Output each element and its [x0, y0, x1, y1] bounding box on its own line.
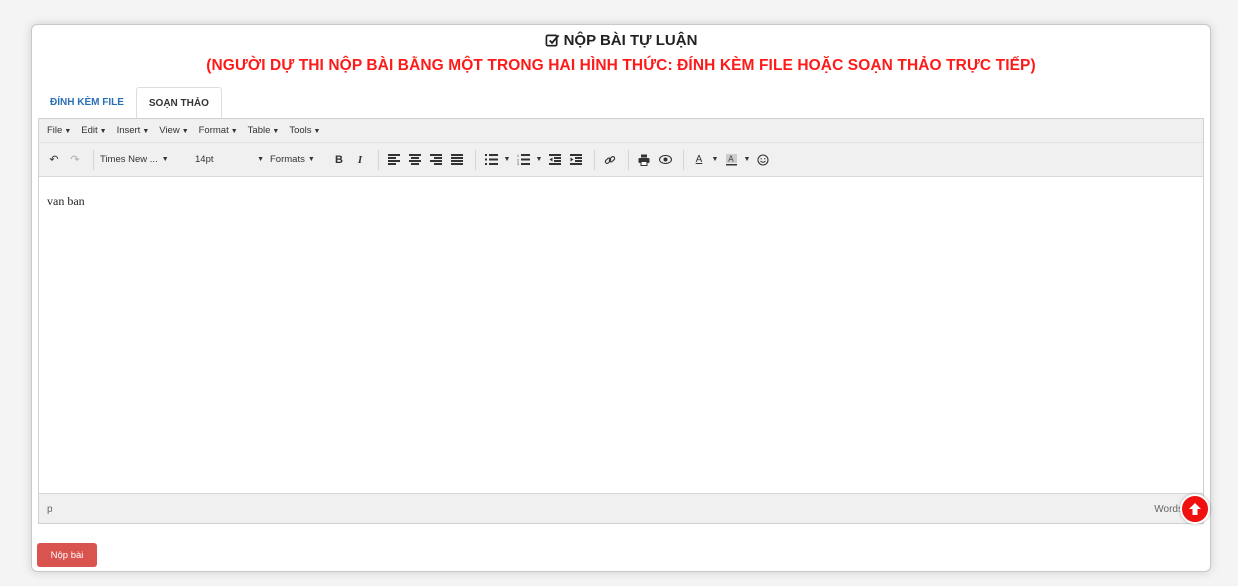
align-left-icon[interactable]: [385, 149, 403, 171]
arrow-up-icon: [1189, 503, 1201, 515]
tab-attach-file[interactable]: ĐÍNH KÈM FILE: [38, 87, 136, 119]
menu-file[interactable]: File ▼: [47, 125, 71, 136]
scroll-to-top-button[interactable]: [1180, 494, 1210, 524]
toolbar-divider: [378, 149, 379, 170]
svg-text:1: 1: [517, 154, 519, 158]
editor-menubar: File ▼ Edit ▼ Insert ▼ View ▼ Format ▼ Table ▼…: [39, 119, 1203, 143]
menu-tools[interactable]: Tools ▼: [289, 125, 320, 136]
svg-text:3: 3: [517, 162, 519, 165]
formats-select[interactable]: Formats ▼: [270, 149, 330, 171]
align-right-icon[interactable]: [427, 149, 445, 171]
background-color-icon[interactable]: A: [722, 149, 740, 171]
tab-compose[interactable]: SOẠN THẢO: [135, 87, 222, 119]
font-size-select[interactable]: 14pt ▼: [195, 149, 270, 171]
element-path[interactable]: p: [47, 504, 53, 515]
numbered-list-icon[interactable]: 123: [514, 149, 532, 171]
menu-format[interactable]: Format ▼: [199, 125, 238, 136]
svg-text:A: A: [728, 154, 734, 163]
editor-paragraph: van ban: [47, 194, 85, 208]
submission-tabs: ĐÍNH KÈM FILE SOẠN THẢO: [38, 87, 222, 119]
text-color-icon[interactable]: A: [690, 149, 708, 171]
chevron-down-icon[interactable]: ▼: [535, 149, 543, 171]
menu-view[interactable]: View ▼: [159, 125, 188, 136]
toolbar-divider: [594, 149, 595, 170]
align-justify-icon[interactable]: [448, 149, 466, 171]
submit-button[interactable]: Nộp bài: [37, 543, 97, 567]
instruction-text: (NGƯỜI DỰ THI NỘP BÀI BẰNG MỘT TRONG HAI…: [206, 57, 1036, 74]
preview-eye-icon[interactable]: [656, 149, 674, 171]
toolbar-divider: [683, 149, 684, 170]
toolbar-divider: [93, 149, 94, 170]
word-count: Words: [1154, 504, 1183, 515]
menu-insert[interactable]: Insert ▼: [117, 125, 150, 136]
bullet-list-icon[interactable]: [482, 149, 500, 171]
menu-edit[interactable]: Edit ▼: [81, 125, 106, 136]
link-icon[interactable]: [601, 149, 619, 171]
menu-table[interactable]: Table ▼: [248, 125, 280, 136]
undo-icon[interactable]: ↶: [45, 149, 63, 171]
italic-icon[interactable]: I: [351, 149, 369, 171]
indent-icon[interactable]: [567, 149, 585, 171]
chevron-down-icon[interactable]: ▼: [503, 149, 511, 171]
bold-icon[interactable]: B: [330, 149, 348, 171]
emoticon-icon[interactable]: [754, 149, 772, 171]
redo-icon[interactable]: ↷: [66, 149, 84, 171]
align-center-icon[interactable]: [406, 149, 424, 171]
chevron-down-icon[interactable]: ▼: [711, 149, 719, 171]
chevron-down-icon[interactable]: ▼: [743, 149, 751, 171]
editor-toolbar: ↶ ↷ Times New ...▼ 14pt▼ Formats▼ B I: [39, 143, 1203, 177]
rich-text-editor: File ▼ Edit ▼ Insert ▼ View ▼ Format ▼ Table ▼…: [38, 118, 1204, 524]
toolbar-divider: [628, 149, 629, 170]
page-title: NỘP BÀI TỰ LUẬN: [32, 32, 1210, 49]
title-text: NỘP BÀI TỰ LUẬN: [563, 32, 698, 49]
editor-statusbar: p Words: [39, 493, 1203, 523]
editor-content-area[interactable]: van ban: [39, 177, 1203, 495]
outdent-icon[interactable]: [546, 149, 564, 171]
edit-check-icon: [545, 34, 559, 47]
font-family-select[interactable]: Times New ... ▼: [100, 149, 195, 171]
print-icon[interactable]: [635, 149, 653, 171]
essay-submission-panel: NỘP BÀI TỰ LUẬN (NGƯỜI DỰ THI NỘP BÀI BẰ…: [31, 24, 1211, 572]
toolbar-divider: [475, 149, 476, 170]
